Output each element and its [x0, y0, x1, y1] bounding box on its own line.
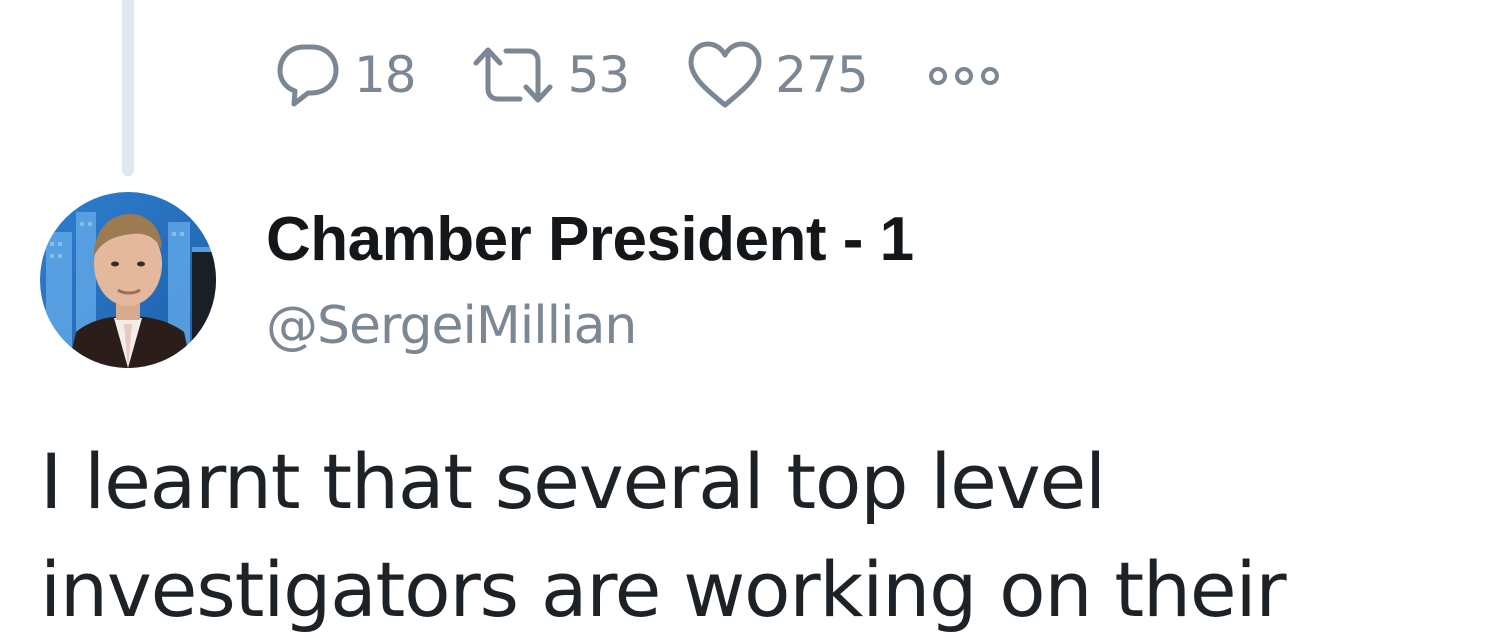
- heart-icon: [685, 37, 765, 113]
- tweet-text-line: I learnt that several top level: [40, 437, 1106, 526]
- like-count: 275: [775, 46, 868, 104]
- author-handle[interactable]: @SergeiMillian: [266, 297, 637, 355]
- retweet-button[interactable]: 53: [468, 37, 630, 113]
- tweet-text: I learnt that several top level investig…: [40, 428, 1480, 644]
- more-options-button[interactable]: [926, 61, 1002, 91]
- like-button[interactable]: 275: [685, 37, 869, 113]
- speech-bubble-icon: [268, 37, 344, 113]
- more-dots-icon: [926, 61, 1002, 91]
- avatar[interactable]: [40, 192, 216, 368]
- retweet-count: 53: [567, 46, 631, 104]
- retweet-icon: [468, 37, 558, 113]
- reply-count: 18: [354, 46, 417, 104]
- thread-connector-line: [122, 0, 134, 176]
- reply-button[interactable]: 18: [268, 37, 417, 113]
- tweet-text-line: investigators are working on their: [40, 545, 1287, 634]
- tweet-action-bar: 18 53 275: [268, 38, 1002, 112]
- author-display-name[interactable]: Chamber President - 1: [266, 205, 914, 274]
